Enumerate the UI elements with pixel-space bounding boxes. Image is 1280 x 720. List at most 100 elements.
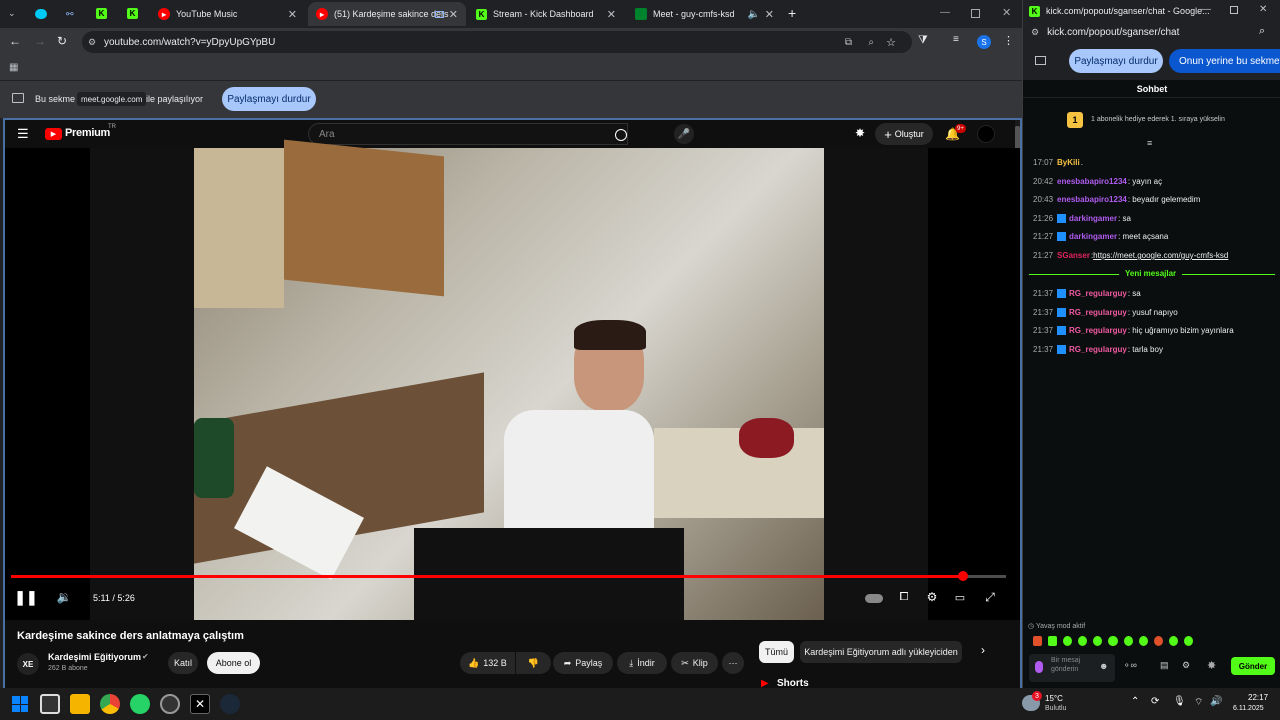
message-username[interactable]: SGanser — [1057, 251, 1090, 260]
message-username[interactable]: ByKili — [1057, 158, 1080, 167]
progress-bar[interactable] — [11, 571, 1006, 581]
dislike-button[interactable]: 👎 — [516, 652, 551, 674]
account-avatar[interactable] — [977, 125, 995, 143]
search-icon[interactable]: ⌕ — [1259, 25, 1265, 38]
whatsapp-icon[interactable] — [130, 694, 150, 714]
minimize-icon[interactable]: — — [1201, 4, 1211, 15]
address-bar[interactable]: ⚙ kick.com/popout/sganser/chat ⌕ — [1023, 22, 1280, 42]
task-view-icon[interactable] — [40, 694, 60, 714]
message-username[interactable]: darkingamer — [1069, 214, 1117, 223]
emote-icon[interactable] — [1123, 636, 1133, 646]
menu-icon[interactable]: ⋮ — [1003, 34, 1014, 47]
emote-icon[interactable] — [1138, 636, 1148, 646]
subtitles-icon[interactable]: ⧠ — [895, 588, 913, 606]
emoji-icon[interactable]: ☻ — [1099, 661, 1108, 671]
close-icon[interactable]: ✕ — [449, 8, 458, 21]
search-icon[interactable] — [615, 129, 627, 141]
share-this-tab-button[interactable]: Onun yerine bu sekmeyi p — [1169, 49, 1280, 73]
maximize-icon[interactable] — [1230, 6, 1238, 14]
close-icon[interactable]: ✕ — [607, 8, 616, 21]
install-icon[interactable]: ⧉ — [845, 37, 852, 48]
search-input[interactable]: Ara — [308, 123, 628, 145]
theater-mode-icon[interactable]: ▭ — [951, 588, 969, 606]
fullscreen-icon[interactable]: ⤢ — [981, 588, 999, 606]
emote-icon[interactable] — [1168, 636, 1178, 646]
gift-banner[interactable]: 1 abonelik hediye ederek 1. sıraya yükse… — [1091, 116, 1225, 123]
volume-icon[interactable]: 🔉 — [55, 588, 73, 606]
steam-icon[interactable] — [220, 694, 240, 714]
pinned-tab-kick-icon-2[interactable]: K — [127, 8, 138, 19]
obs-icon[interactable] — [160, 694, 180, 714]
message-username[interactable]: darkingamer — [1069, 232, 1117, 241]
download-button[interactable]: ⤓ İndir — [617, 652, 667, 674]
site-info-icon[interactable]: ⚙ — [1031, 27, 1039, 38]
chip-all[interactable]: Tümü — [759, 641, 794, 663]
chip-from-uploader[interactable]: Kardeşimi Eğitiyorum adlı yükleyiciden — [800, 641, 962, 663]
capcut-icon[interactable]: ✕ — [190, 694, 210, 714]
back-icon[interactable]: ← — [9, 34, 21, 48]
pinned-tab-link-icon[interactable]: ⚯ — [66, 9, 78, 19]
youtube-logo-icon[interactable]: ▶ — [45, 128, 62, 140]
message-username[interactable]: RG_regularguy — [1069, 289, 1127, 298]
chat-settings-icon[interactable]: ⚙ — [1182, 660, 1190, 671]
close-icon[interactable]: ✕ — [288, 8, 297, 21]
clock-date[interactable]: 6.11.2025 — [1233, 705, 1264, 712]
profile-avatar[interactable]: S — [977, 35, 991, 49]
send-button[interactable]: Gönder — [1231, 657, 1275, 675]
emote-icon[interactable] — [1093, 636, 1103, 646]
more-actions-icon[interactable]: ⋯ — [722, 652, 744, 674]
emote-icon[interactable] — [1153, 636, 1163, 646]
share-button[interactable]: ➦ Paylaş — [553, 652, 613, 674]
message-username[interactable]: enesbabapiro1234 — [1057, 195, 1127, 204]
pinned-collapse-icon[interactable]: ≡ — [1147, 138, 1152, 148]
forward-icon[interactable]: → — [34, 34, 46, 48]
pinned-tab-cloud-icon[interactable] — [35, 9, 47, 19]
badge-icon[interactable]: ✸ — [1207, 659, 1216, 672]
pause-button[interactable]: ❚❚ — [14, 588, 37, 606]
zoom-icon[interactable]: ⌕ — [868, 37, 874, 48]
emote-icon[interactable] — [1048, 636, 1058, 646]
clip-button[interactable]: ✂ Klip — [671, 652, 718, 674]
apps-grid-icon[interactable]: ▦ — [9, 62, 18, 73]
like-button[interactable]: 👍 132 B — [460, 652, 515, 674]
progress-scrubber[interactable] — [958, 571, 969, 581]
store-icon[interactable]: ▤ — [1160, 660, 1169, 671]
emote-icon[interactable] — [1108, 636, 1118, 646]
autoplay-toggle[interactable] — [865, 594, 883, 603]
voice-search-icon[interactable]: 🎤 — [674, 124, 694, 144]
join-button[interactable]: Katıl — [168, 652, 198, 674]
close-icon[interactable]: ✕ — [765, 8, 774, 21]
message-link[interactable]: https://meet.google.com/guy-cmfs-ksd — [1093, 251, 1228, 260]
tab-youtube-music[interactable]: ▸ YouTube Music ✕ — [150, 2, 305, 26]
chevron-right-icon[interactable]: › — [981, 643, 985, 657]
microphone-tray-icon[interactable]: 🎙 — [1173, 696, 1186, 707]
message-username[interactable]: RG_regularguy — [1069, 308, 1127, 317]
tab-kick-dashboard[interactable]: K Stream - Kick Dashboard ✕ — [468, 2, 624, 26]
close-window-icon[interactable]: ✕ — [1002, 6, 1011, 19]
settings-gear-icon[interactable]: ⚙ — [923, 588, 941, 606]
file-explorer-icon[interactable] — [70, 694, 90, 714]
message-username[interactable]: enesbabapiro1234 — [1057, 177, 1127, 186]
message-username[interactable]: RG_regularguy — [1069, 326, 1127, 335]
chrome-icon[interactable] — [100, 694, 120, 714]
wifi-icon[interactable]: ⌔ — [1194, 696, 1203, 709]
emote-icon[interactable] — [1033, 636, 1043, 646]
emote-icon[interactable] — [1063, 636, 1073, 646]
media-control-icon[interactable]: ≡ — [953, 34, 959, 45]
pinned-tab-kick-icon[interactable]: K — [96, 8, 107, 19]
microphone-icon[interactable] — [1035, 661, 1043, 673]
site-info-icon[interactable]: ⚙ — [88, 37, 96, 48]
emote-icon[interactable] — [1078, 636, 1088, 646]
minimize-icon[interactable]: — — [940, 7, 950, 18]
emote-icon[interactable] — [1183, 636, 1194, 646]
message-username[interactable]: RG_regularguy — [1069, 345, 1127, 354]
subscribe-button[interactable]: Abone ol — [207, 652, 260, 674]
chat-input[interactable]: Bir mesaj gönderin ☻ — [1029, 654, 1115, 682]
clock-time[interactable]: 22:17 — [1248, 693, 1268, 702]
hamburger-menu-icon[interactable]: ☰ — [17, 126, 29, 142]
extensions-icon[interactable]: ⧩ — [918, 34, 928, 47]
close-window-icon[interactable]: ✕ — [1259, 4, 1267, 15]
reload-icon[interactable]: ↻ — [57, 34, 67, 48]
channel-avatar[interactable]: XE — [17, 653, 39, 675]
video-frame[interactable] — [194, 139, 824, 620]
